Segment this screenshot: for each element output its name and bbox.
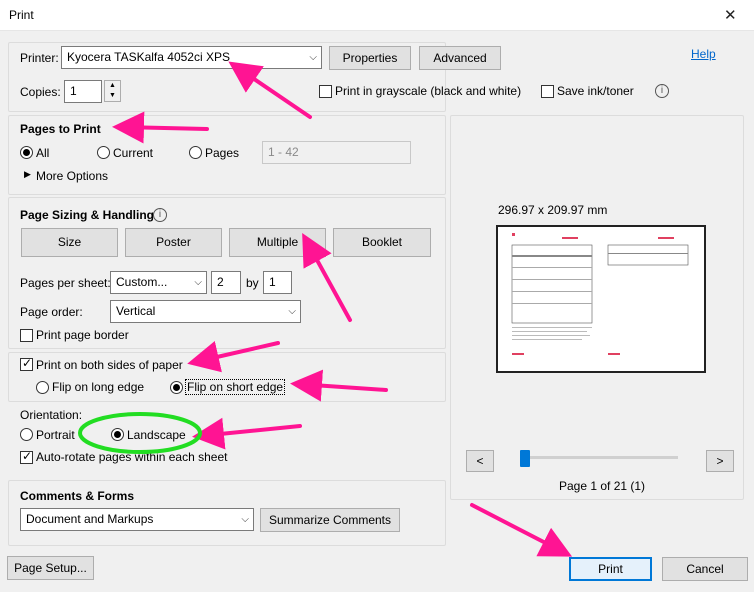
pages-per-sheet-label: Pages per sheet: — [20, 276, 111, 290]
portrait-radio[interactable] — [20, 428, 33, 441]
print-border-label: Print page border — [36, 328, 129, 342]
short-edge-radio[interactable] — [170, 381, 183, 394]
grayscale-checkbox[interactable] — [319, 85, 332, 98]
next-page-button[interactable]: > — [706, 450, 734, 472]
print-border-checkbox[interactable] — [20, 329, 33, 342]
save-ink-label: Save ink/toner — [557, 84, 634, 98]
chevron-down-icon: ⌵ — [241, 514, 249, 525]
page-order-label: Page order: — [20, 305, 83, 319]
autorotate-checkbox[interactable] — [20, 449, 33, 464]
title-bar — [0, 0, 754, 31]
short-edge-label: Flip on short edge — [185, 379, 286, 395]
page-order-value: Vertical — [116, 304, 156, 318]
close-icon[interactable]: ✕ — [724, 6, 737, 24]
save-ink-checkbox[interactable] — [541, 85, 554, 98]
chevron-down-icon: ⌵ — [288, 306, 296, 317]
info-icon[interactable]: i — [153, 208, 167, 222]
window-title: Print — [9, 8, 34, 22]
comments-heading: Comments & Forms — [20, 489, 135, 503]
page-range-label: Pages — [205, 146, 240, 160]
current-page-radio[interactable] — [97, 146, 110, 159]
all-pages-label: All — [36, 146, 50, 160]
landscape-label: Landscape — [127, 428, 186, 442]
printer-selected-value: Kyocera TASKalfa 4052ci XPS — [67, 50, 230, 64]
printer-label: Printer: — [20, 51, 59, 65]
comments-selected-value: Document and Markups — [26, 512, 154, 526]
both-sides-label: Print on both sides of paper — [36, 358, 183, 372]
autorotate-label: Auto-rotate pages within each sheet — [36, 450, 228, 464]
info-icon[interactable]: i — [655, 84, 669, 98]
long-edge-radio[interactable] — [36, 381, 49, 394]
long-edge-label: Flip on long edge — [52, 380, 145, 394]
landscape-radio[interactable] — [111, 428, 124, 441]
page-preview — [496, 225, 706, 373]
page-sizing-heading: Page Sizing & Handling — [20, 208, 155, 222]
annotation-arrow — [192, 417, 302, 450]
orientation-heading: Orientation: — [20, 408, 83, 422]
more-options-link[interactable]: More Options — [36, 169, 108, 183]
booklet-button[interactable]: Booklet — [333, 228, 431, 257]
page-slider-thumb[interactable] — [520, 450, 530, 467]
copies-label: Copies: — [20, 85, 61, 99]
pages-per-sheet-value: Custom... — [116, 275, 168, 289]
size-button[interactable]: Size — [21, 228, 118, 257]
page-slider-track[interactable] — [520, 456, 678, 459]
properties-button[interactable]: Properties — [329, 46, 411, 70]
page-range-input[interactable]: 1 - 42 — [262, 141, 411, 164]
advanced-button[interactable]: Advanced — [419, 46, 501, 70]
chevron-down-icon: ⌵ — [309, 52, 317, 63]
prev-page-button[interactable]: < — [466, 450, 494, 472]
annotation-arrow — [470, 503, 573, 557]
page-order-select[interactable]: Vertical ⌵ — [110, 300, 301, 323]
page-dimensions: 296.97 x 209.97 mm — [498, 203, 608, 217]
all-pages-radio[interactable] — [20, 146, 33, 159]
by-label: by — [246, 276, 259, 290]
grayscale-label: Print in grayscale (black and white) — [335, 84, 522, 98]
portrait-label: Portrait — [36, 428, 75, 442]
page-preview-thumbnail — [511, 233, 689, 355]
poster-button[interactable]: Poster — [125, 228, 222, 257]
copies-stepper[interactable]: ▲ ▼ — [104, 80, 121, 102]
both-sides-checkbox[interactable] — [20, 356, 33, 371]
current-page-label: Current — [113, 146, 154, 160]
pages-to-print-heading: Pages to Print — [20, 122, 101, 136]
grid-columns-input[interactable]: 2 — [211, 271, 241, 294]
multiple-button[interactable]: Multiple — [229, 228, 326, 257]
printer-select[interactable]: Kyocera TASKalfa 4052ci XPS ⌵ — [61, 46, 322, 69]
page-indicator: Page 1 of 21 (1) — [559, 479, 646, 493]
summarize-comments-button[interactable]: Summarize Comments — [260, 508, 400, 532]
pages-per-sheet-select[interactable]: Custom... ⌵ — [110, 271, 207, 294]
grid-rows-input[interactable]: 1 — [263, 271, 292, 294]
chevron-down-icon: ⌵ — [194, 277, 202, 288]
page-range-radio[interactable] — [189, 146, 202, 159]
copies-input[interactable]: 1 — [64, 80, 102, 103]
comments-select[interactable]: Document and Markups ⌵ — [20, 508, 254, 531]
help-link[interactable]: Help — [691, 47, 716, 61]
page-setup-button[interactable]: Page Setup... — [7, 556, 94, 580]
expand-triangle-icon[interactable]: ▶ — [24, 169, 31, 180]
cancel-button[interactable]: Cancel — [662, 557, 748, 581]
print-button[interactable]: Print — [569, 557, 652, 581]
